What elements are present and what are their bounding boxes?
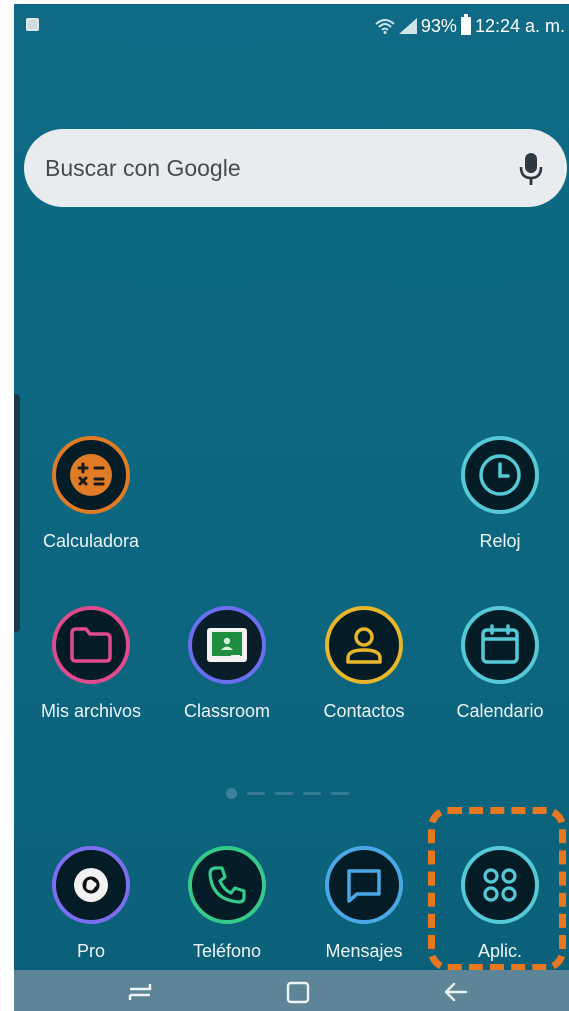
page-dot — [303, 792, 321, 795]
notification-icon — [26, 18, 39, 31]
calendar-icon — [461, 606, 539, 684]
page-dot-active — [226, 788, 237, 799]
app-label: Teléfono — [192, 941, 262, 961]
app-mensajes[interactable]: Mensajes — [304, 846, 424, 962]
app-label: Mensajes — [325, 941, 403, 961]
phone-icon — [188, 846, 266, 924]
battery-icon — [460, 14, 471, 35]
home-screen: 93% 12:24 a. m. Buscar con Google Calcul… — [14, 4, 569, 1011]
app-contactos[interactable]: Contactos — [304, 606, 424, 722]
recent-apps-icon[interactable] — [126, 980, 154, 1004]
wifi-icon — [375, 19, 395, 34]
app-label: Calendario — [456, 701, 544, 721]
app-classroom[interactable]: Classroom — [167, 606, 287, 722]
camera-icon — [52, 846, 130, 924]
microphone-icon[interactable] — [517, 151, 545, 187]
messages-icon — [325, 846, 403, 924]
search-placeholder: Buscar con Google — [45, 155, 241, 181]
contacts-icon — [325, 606, 403, 684]
back-icon[interactable] — [442, 980, 470, 1004]
battery-percent: 93% — [420, 15, 457, 36]
edge-panel-handle[interactable] — [14, 394, 20, 632]
clock-icon — [461, 436, 539, 514]
page-dot — [275, 792, 293, 795]
status-indicators: 93% 12:24 a. m. — [375, 14, 565, 38]
page-dot — [331, 792, 349, 795]
home-button-icon[interactable] — [284, 980, 312, 1004]
app-label: Mis archivos — [40, 701, 142, 721]
app-calculadora[interactable]: Calculadora — [31, 436, 151, 552]
google-search-bar[interactable]: Buscar con Google — [24, 129, 567, 207]
page-dot — [247, 792, 265, 795]
app-calendario[interactable]: Calendario — [440, 606, 560, 722]
clock-time: 12:24 a. m. — [474, 15, 565, 36]
folder-icon — [52, 606, 130, 684]
app-label: Contactos — [323, 701, 405, 721]
navigation-bar — [14, 970, 569, 1011]
app-reloj[interactable]: Reloj — [440, 436, 560, 552]
signal-icon — [398, 18, 417, 34]
app-pro-camera[interactable]: Pro — [31, 846, 151, 962]
highlight-annotation — [428, 807, 566, 971]
app-label: Calculadora — [42, 531, 140, 551]
app-telefono[interactable]: Teléfono — [167, 846, 287, 962]
app-label: Reloj — [479, 531, 521, 551]
calculator-icon — [52, 436, 130, 514]
app-label: Classroom — [183, 701, 271, 721]
classroom-icon — [188, 606, 266, 684]
app-mis-archivos[interactable]: Mis archivos — [31, 606, 151, 722]
app-label: Pro — [76, 941, 105, 961]
page-indicator — [226, 788, 349, 799]
status-bar: 93% 12:24 a. m. — [14, 4, 569, 44]
